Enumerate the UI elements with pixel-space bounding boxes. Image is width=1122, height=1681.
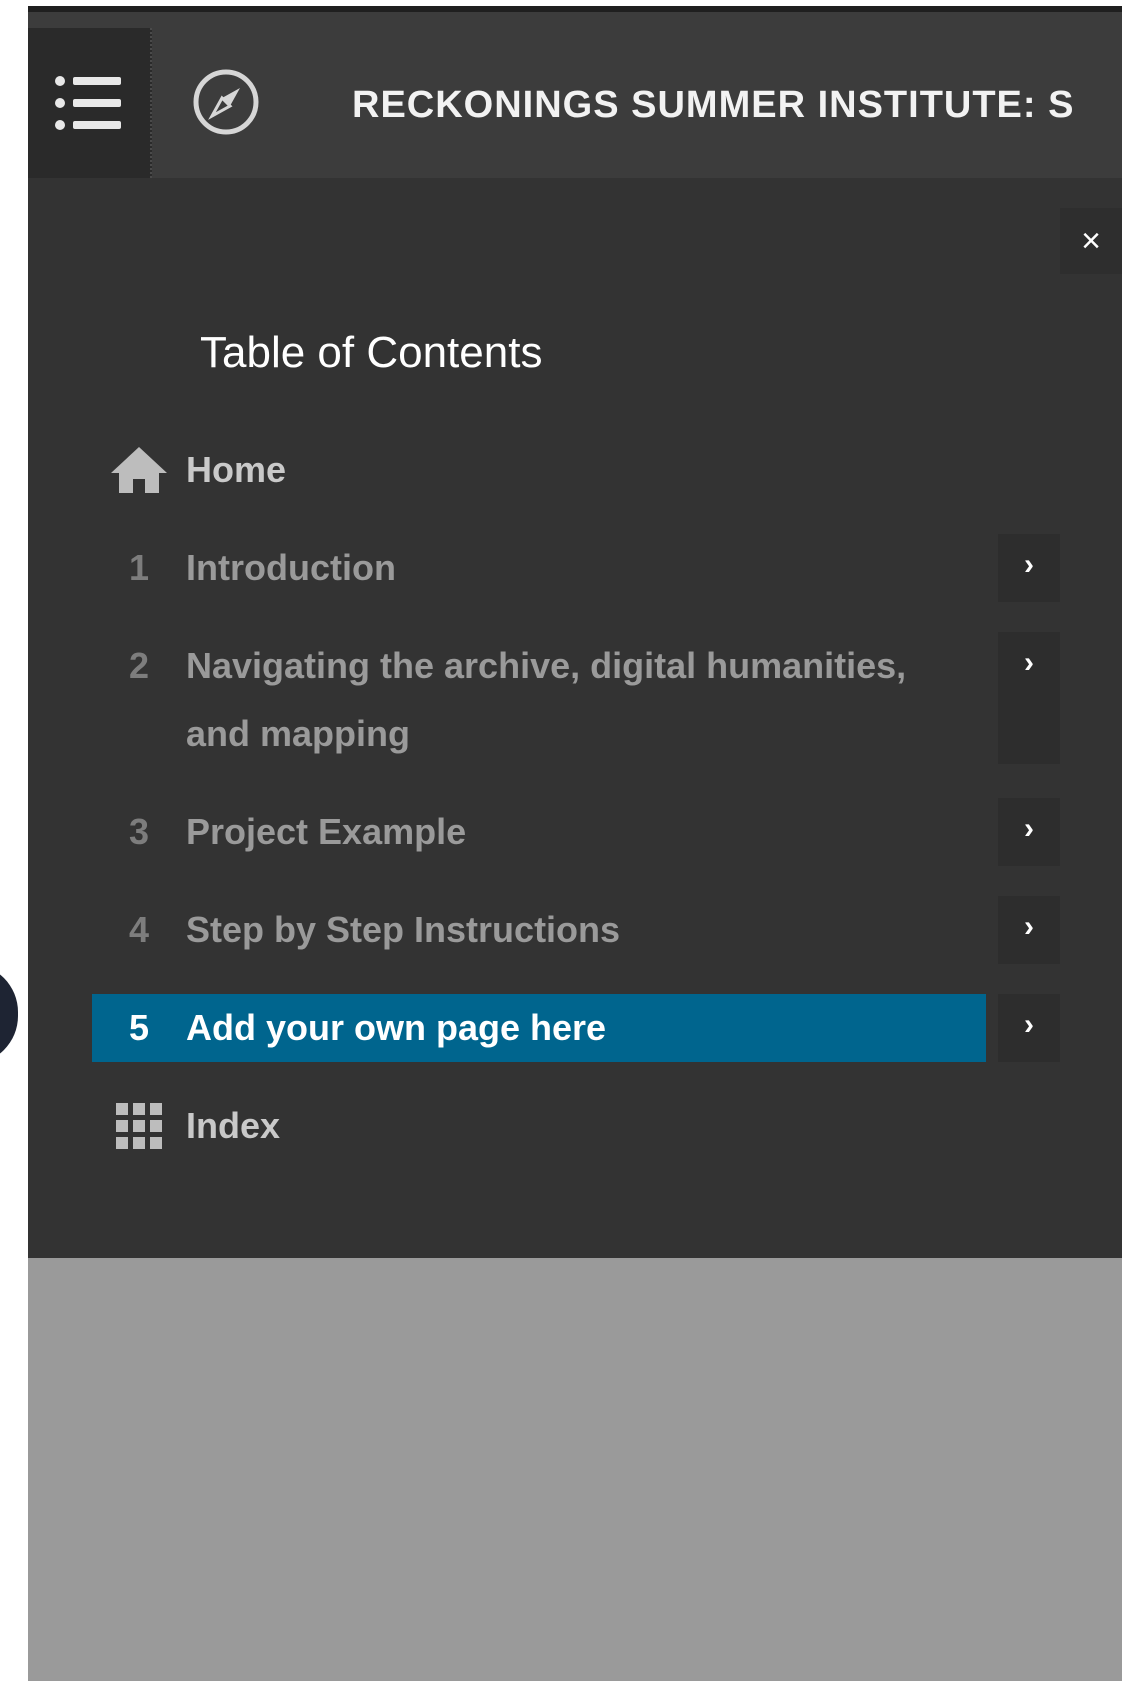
toc-item-label: Step by Step Instructions bbox=[186, 909, 621, 950]
home-icon bbox=[111, 447, 167, 493]
chevron-right-icon: › bbox=[1024, 812, 1034, 845]
toc-item-label: Project Example bbox=[186, 811, 467, 852]
list-icon bbox=[55, 76, 121, 130]
home-icon-cell bbox=[92, 436, 186, 504]
expand-chevron-2[interactable]: › bbox=[998, 632, 1060, 764]
grid-icon bbox=[116, 1103, 162, 1149]
app-window: RECKONINGS SUMMER INSTITUTE: S × Table o… bbox=[28, 6, 1122, 1681]
toc-toggle-button[interactable] bbox=[28, 28, 152, 178]
chevron-right-icon: › bbox=[1024, 548, 1034, 581]
book-title[interactable]: RECKONINGS SUMMER INSTITUTE: S bbox=[352, 84, 1122, 127]
close-icon: × bbox=[1081, 221, 1101, 260]
chevron-right-icon: › bbox=[1024, 646, 1034, 679]
chevron-right-icon: › bbox=[1024, 910, 1034, 943]
top-bar: RECKONINGS SUMMER INSTITUTE: S bbox=[28, 6, 1122, 178]
toc-item-project-example[interactable]: 3 Project Example bbox=[92, 798, 992, 866]
close-button[interactable]: × bbox=[1060, 208, 1122, 274]
toc-item-introduction[interactable]: 1 Introduction bbox=[92, 534, 992, 602]
expand-chevron-4[interactable]: › bbox=[998, 896, 1060, 964]
toc-item-label: Add your own page here bbox=[186, 1007, 607, 1048]
expand-chevron-5[interactable]: › bbox=[998, 994, 1060, 1062]
toc-item-number: 1 bbox=[128, 547, 150, 588]
toc-item-navigating[interactable]: 2 Navigating the archive, digital humani… bbox=[92, 632, 992, 768]
grid-icon-cell bbox=[92, 1092, 186, 1160]
toc-item-index[interactable]: Index bbox=[92, 1092, 992, 1160]
toc-item-label: Introduction bbox=[186, 547, 396, 588]
toc-item-home[interactable]: Home bbox=[92, 436, 992, 504]
toc-item-add-own-page[interactable]: 5 Add your own page here bbox=[92, 994, 986, 1062]
toc-item-number: 4 bbox=[128, 909, 150, 950]
page-backdrop bbox=[28, 1258, 1122, 1681]
toc-item-label: Navigating the archive, digital humaniti… bbox=[186, 645, 907, 754]
toc-item-label: Home bbox=[186, 449, 287, 490]
compass-icon[interactable] bbox=[190, 66, 262, 138]
chevron-right-icon: › bbox=[1024, 1008, 1034, 1041]
side-tab-handle[interactable] bbox=[0, 964, 18, 1064]
toc-item-label: Index bbox=[186, 1105, 281, 1146]
toc-item-number: 2 bbox=[128, 645, 150, 686]
expand-chevron-1[interactable]: › bbox=[998, 534, 1060, 602]
toc-item-step-by-step[interactable]: 4 Step by Step Instructions bbox=[92, 896, 992, 964]
top-edge bbox=[28, 6, 1122, 12]
expand-chevron-3[interactable]: › bbox=[998, 798, 1060, 866]
toc-item-number: 3 bbox=[128, 811, 150, 852]
toc-item-number: 5 bbox=[128, 1007, 150, 1048]
toc-heading: Table of Contents bbox=[200, 328, 543, 377]
toc-panel: × Table of Contents Home 1 Introduction … bbox=[28, 178, 1122, 1258]
